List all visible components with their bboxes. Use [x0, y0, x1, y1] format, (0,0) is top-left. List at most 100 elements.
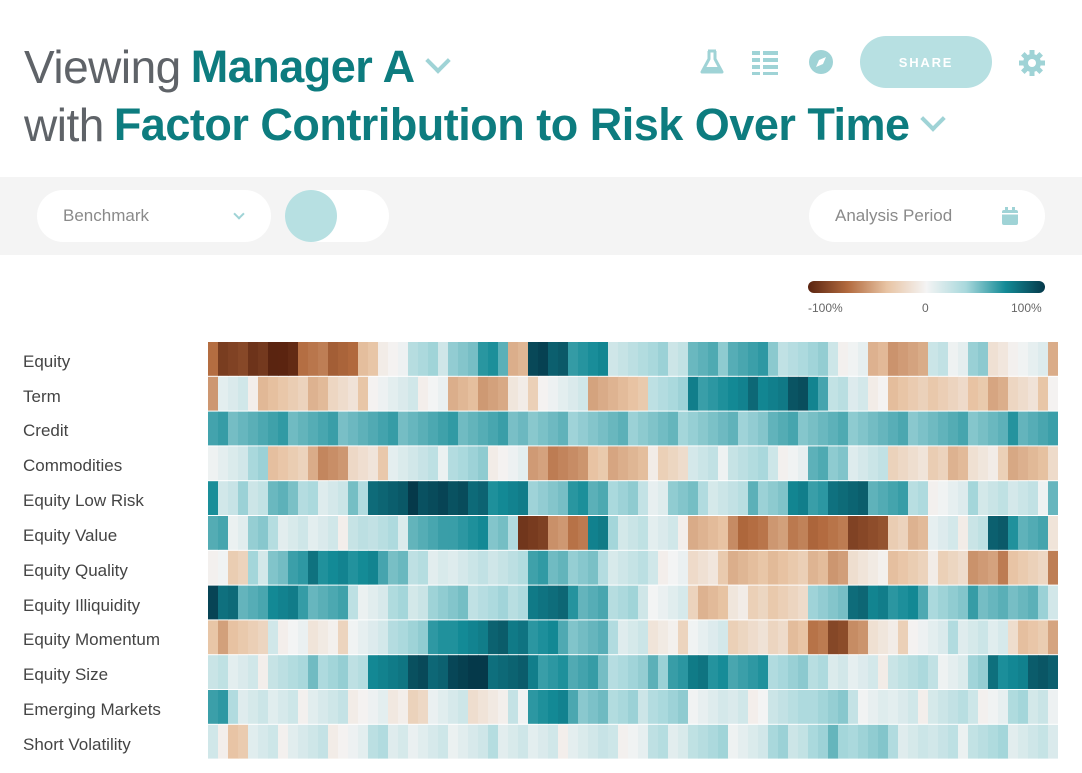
heatmap-cell[interactable] [668, 342, 679, 376]
heatmap-cell[interactable] [738, 376, 749, 411]
heatmap-cell[interactable] [1008, 411, 1019, 446]
heatmap-cell[interactable] [638, 620, 649, 655]
heatmap-cell[interactable] [348, 481, 359, 515]
heatmap-cell[interactable] [1038, 690, 1049, 724]
heatmap-cell[interactable] [938, 342, 949, 376]
heatmap-cell[interactable] [988, 481, 999, 515]
heatmap-cell[interactable] [318, 550, 329, 585]
heatmap-cell[interactable] [498, 724, 509, 759]
heatmap-cell[interactable] [948, 550, 959, 585]
heatmap-cell[interactable] [808, 690, 819, 724]
heatmap-cell[interactable] [218, 655, 229, 689]
heatmap-cell[interactable] [968, 411, 979, 446]
heatmap-cell[interactable] [578, 585, 589, 620]
heatmap-cell[interactable] [478, 411, 489, 446]
heatmap-cell[interactable] [458, 620, 469, 655]
heatmap-cell[interactable] [448, 481, 459, 515]
heatmap-cell[interactable] [1008, 655, 1019, 689]
heatmap-cell[interactable] [368, 550, 379, 585]
heatmap-cell[interactable] [698, 481, 709, 515]
heatmap-cell[interactable] [238, 550, 249, 585]
heatmap-cell[interactable] [318, 516, 329, 550]
heatmap-cell[interactable] [1038, 620, 1049, 655]
heatmap-cell[interactable] [798, 342, 809, 376]
heatmap-cell[interactable] [428, 550, 439, 585]
heatmap-cell[interactable] [808, 342, 819, 376]
heatmap-cell[interactable] [1008, 620, 1019, 655]
heatmap-cell[interactable] [838, 724, 849, 759]
heatmap-cell[interactable] [828, 550, 839, 585]
heatmap-cell[interactable] [258, 411, 269, 446]
heatmap-cell[interactable] [558, 516, 569, 550]
heatmap-cell[interactable] [708, 690, 719, 724]
heatmap-cell[interactable] [788, 655, 799, 689]
heatmap-cell[interactable] [818, 446, 829, 481]
heatmap-cell[interactable] [348, 585, 359, 620]
heatmap-cell[interactable] [638, 655, 649, 689]
heatmap-cell[interactable] [308, 481, 319, 515]
heatmap-cell[interactable] [378, 376, 389, 411]
heatmap-cell[interactable] [408, 655, 419, 689]
heatmap-cell[interactable] [358, 376, 369, 411]
heatmap-cell[interactable] [898, 516, 909, 550]
heatmap-cell[interactable] [368, 655, 379, 689]
heatmap-cell[interactable] [888, 481, 899, 515]
heatmap-cell[interactable] [948, 342, 959, 376]
heatmap-cell[interactable] [258, 342, 269, 376]
heatmap-cell[interactable] [688, 481, 699, 515]
heatmap-cell[interactable] [748, 411, 759, 446]
heatmap-cell[interactable] [1038, 481, 1049, 515]
heatmap-cell[interactable] [1028, 376, 1039, 411]
heatmap-cell[interactable] [608, 376, 619, 411]
heatmap-cell[interactable] [348, 724, 359, 759]
heatmap-cell[interactable] [748, 446, 759, 481]
heatmap-cell[interactable] [718, 342, 729, 376]
heatmap-cell[interactable] [438, 411, 449, 446]
heatmap-cell[interactable] [718, 655, 729, 689]
heatmap-cell[interactable] [578, 376, 589, 411]
heatmap-cell[interactable] [518, 724, 529, 759]
heatmap-cell[interactable] [708, 446, 719, 481]
heatmap-cell[interactable] [708, 342, 719, 376]
heatmap-cell[interactable] [778, 481, 789, 515]
heatmap-cell[interactable] [778, 655, 789, 689]
heatmap-cell[interactable] [638, 516, 649, 550]
heatmap-cell[interactable] [388, 446, 399, 481]
heatmap-cell[interactable] [908, 655, 919, 689]
heatmap-cell[interactable] [778, 516, 789, 550]
heatmap-cell[interactable] [388, 655, 399, 689]
heatmap-cell[interactable] [578, 342, 589, 376]
heatmap-cell[interactable] [248, 724, 259, 759]
heatmap-cell[interactable] [888, 620, 899, 655]
heatmap-cell[interactable] [758, 690, 769, 724]
heatmap-cell[interactable] [228, 481, 239, 515]
heatmap-cell[interactable] [258, 516, 269, 550]
heatmap-cell[interactable] [588, 516, 599, 550]
heatmap-cell[interactable] [798, 620, 809, 655]
heatmap-cell[interactable] [488, 411, 499, 446]
heatmap-cell[interactable] [918, 376, 929, 411]
heatmap-cell[interactable] [1018, 585, 1029, 620]
heatmap-cell[interactable] [888, 585, 899, 620]
heatmap-cell[interactable] [288, 620, 299, 655]
heatmap-cell[interactable] [248, 516, 259, 550]
heatmap-cell[interactable] [718, 516, 729, 550]
heatmap-cell[interactable] [668, 516, 679, 550]
heatmap-cell[interactable] [908, 690, 919, 724]
heatmap-cell[interactable] [668, 724, 679, 759]
heatmap-cell[interactable] [248, 620, 259, 655]
heatmap-cell[interactable] [898, 550, 909, 585]
heatmap-cell[interactable] [698, 446, 709, 481]
heatmap-cell[interactable] [1018, 620, 1029, 655]
heatmap-cell[interactable] [798, 376, 809, 411]
heatmap-cell[interactable] [218, 585, 229, 620]
heatmap-cell[interactable] [828, 724, 839, 759]
heatmap-cell[interactable] [608, 620, 619, 655]
heatmap-cell[interactable] [298, 550, 309, 585]
heatmap-cell[interactable] [998, 585, 1009, 620]
heatmap-cell[interactable] [418, 655, 429, 689]
heatmap-cell[interactable] [888, 724, 899, 759]
heatmap-cell[interactable] [1048, 585, 1058, 620]
heatmap-cell[interactable] [818, 481, 829, 515]
heatmap-cell[interactable] [658, 550, 669, 585]
